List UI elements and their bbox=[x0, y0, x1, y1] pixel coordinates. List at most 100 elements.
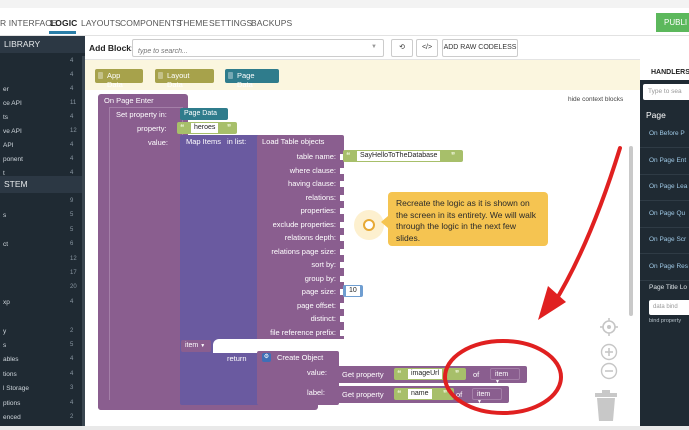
item-reference-dropdown[interactable]: item ▼ bbox=[472, 388, 502, 405]
handler-link[interactable]: On Page Qu bbox=[649, 210, 685, 217]
gear-icon[interactable]: ⚙ bbox=[262, 353, 271, 362]
image-property-string-block[interactable]: ❝ imageUrl ❞ bbox=[394, 368, 466, 380]
sidebar-item-label: ponent bbox=[3, 156, 23, 163]
image-property-value[interactable]: imageUrl bbox=[408, 369, 443, 379]
sidebar-item-label: ptions bbox=[3, 399, 21, 407]
sidebar-item[interactable]: s5 bbox=[0, 340, 85, 354]
sidebar-item[interactable]: 12 bbox=[0, 254, 85, 268]
table-name-string-block[interactable]: ❝ SayHelloToTheDatabase ❞ bbox=[343, 150, 463, 162]
handler-link[interactable]: On Page Res bbox=[649, 263, 688, 270]
handler-link[interactable]: On Page Lea bbox=[649, 183, 687, 190]
undo-button[interactable]: ⟲ bbox=[391, 39, 413, 57]
sidebar-item[interactable]: API 4 bbox=[0, 140, 85, 154]
canvas-vertical-scrollbar[interactable] bbox=[629, 146, 633, 316]
code-view-button[interactable]: </> bbox=[416, 39, 438, 57]
zoom-out-icon[interactable] bbox=[600, 362, 618, 380]
page-data-dropdown[interactable]: Page Data bbox=[180, 108, 228, 120]
sidebar-item[interactable]: ponent 4 bbox=[0, 154, 85, 168]
sidebar-item[interactable]: l Storage 3 bbox=[0, 383, 85, 397]
item-variable-dropdown[interactable]: item ▼ bbox=[181, 340, 211, 352]
recenter-icon[interactable] bbox=[600, 318, 618, 336]
sidebar-item[interactable]: ts 4 bbox=[0, 112, 85, 126]
context-block-app-data[interactable]: App Data bbox=[95, 69, 143, 89]
sidebar-item[interactable]: xp 4 bbox=[0, 297, 85, 311]
tab-theme[interactable]: THEME bbox=[178, 18, 208, 28]
handler-link[interactable]: On Page Scr bbox=[649, 236, 686, 243]
sidebar-item-label: l Storage bbox=[3, 385, 30, 393]
sidebar-item[interactable]: ables 4 bbox=[0, 354, 85, 368]
sidebar-item[interactable]: 4 bbox=[0, 70, 85, 84]
data-binding-input[interactable]: data bind bbox=[649, 300, 689, 315]
chevron-down-icon[interactable]: ▼ bbox=[371, 44, 377, 50]
handler-link[interactable]: On Page Ent bbox=[649, 157, 686, 164]
set-property-block[interactable]: Set property in: property: value: bbox=[109, 107, 183, 405]
sidebar-header-system[interactable]: STEM bbox=[0, 176, 85, 193]
tour-hotspot[interactable] bbox=[354, 210, 384, 240]
context-block-layout-data[interactable]: Layout Data bbox=[155, 69, 214, 89]
tab-components[interactable]: COMPONENTS bbox=[120, 18, 182, 28]
tab-user-interface[interactable]: R INTERFACE bbox=[0, 18, 57, 28]
hide-context-blocks-link[interactable]: hide context blocks bbox=[565, 95, 627, 104]
property-label: property: bbox=[137, 124, 167, 133]
map-items-label: Map Items bbox=[186, 137, 222, 146]
tab-logic[interactable]: LOGIC bbox=[50, 18, 77, 28]
sidebar-item[interactable]: 17 bbox=[0, 268, 85, 282]
publish-button[interactable]: PUBLI bbox=[656, 13, 689, 32]
sidebar-item[interactable]: y2 bbox=[0, 326, 85, 340]
page-size-value[interactable]: 10 bbox=[346, 286, 360, 296]
value-label: value: bbox=[148, 138, 169, 147]
sidebar-item[interactable]: tions 4 bbox=[0, 369, 85, 383]
sidebar-item[interactable]: enced 2 bbox=[0, 412, 85, 426]
set-property-label: Set property in: bbox=[116, 110, 167, 119]
sidebar-item[interactable]: 5 bbox=[0, 225, 85, 239]
name-property-value[interactable]: name bbox=[408, 389, 432, 399]
get-property-block[interactable]: Get property ❝ imageUrl ❞ of item ▼ bbox=[337, 366, 527, 385]
trash-icon[interactable] bbox=[593, 390, 619, 422]
property-string-block[interactable]: ❝ heroes ❞ bbox=[177, 122, 237, 134]
create-object-block[interactable]: ⚙ Create Object value: label: bbox=[257, 351, 339, 405]
of-label: of bbox=[473, 370, 480, 379]
load-param-label: page offset: bbox=[296, 300, 336, 310]
sidebar-item[interactable]: s5 bbox=[0, 210, 85, 224]
get-property-block[interactable]: Get property ❝ name ❞ of item ▼ bbox=[337, 386, 509, 405]
item-reference-dropdown[interactable]: item ▼ bbox=[490, 368, 520, 385]
tab-backups[interactable]: BACKUPS bbox=[251, 18, 292, 28]
input-slot-notch bbox=[340, 181, 344, 187]
sidebar-item[interactable]: ptions 4 bbox=[0, 398, 85, 412]
logic-canvas[interactable]: App Data Layout Data Page Data hide cont… bbox=[85, 60, 640, 430]
sidebar-item[interactable]: 20 bbox=[0, 282, 85, 296]
load-param-label: relations depth: bbox=[284, 233, 336, 242]
sidebar-header-library[interactable]: LIBRARY bbox=[0, 36, 85, 53]
load-table-objects-block[interactable]: Load Table objects table name: where clau… bbox=[257, 135, 344, 343]
sidebar-item-label: ct bbox=[3, 241, 9, 249]
tab-layouts[interactable]: LAYOUTS bbox=[81, 18, 121, 28]
context-block-page-data[interactable]: Page Data bbox=[225, 69, 279, 89]
sidebar-item[interactable]: er 4 bbox=[0, 84, 85, 98]
property-value[interactable]: heroes bbox=[191, 123, 219, 133]
page-size-number-block[interactable]: 10 bbox=[343, 285, 363, 297]
zoom-in-icon[interactable] bbox=[600, 343, 618, 361]
handler-link[interactable]: On Before P bbox=[649, 130, 685, 137]
sidebar-item-label: s bbox=[3, 212, 7, 220]
sidebar-item[interactable]: 9 bbox=[0, 196, 85, 210]
walkthrough-tooltip: Recreate the logic as it is shown on the… bbox=[381, 192, 548, 246]
tab-settings[interactable]: SETTINGS bbox=[209, 18, 252, 28]
name-property-string-block[interactable]: ❝ name ❞ bbox=[394, 388, 454, 400]
block-search-input[interactable] bbox=[133, 43, 363, 60]
handlers-section-title: Page bbox=[646, 110, 666, 120]
sidebar-item[interactable]: ct 6 bbox=[0, 239, 85, 253]
sidebar-item[interactable]: ce API 11 bbox=[0, 98, 85, 112]
sidebar-item[interactable] bbox=[0, 311, 85, 325]
sidebar-item[interactable]: 4 bbox=[0, 56, 85, 70]
sidebar-item-label: ce API bbox=[3, 100, 22, 107]
block-search[interactable]: ▼ bbox=[132, 39, 384, 60]
input-slot-notch bbox=[340, 329, 344, 336]
table-name-value[interactable]: SayHelloToTheDatabase bbox=[357, 151, 441, 161]
handlers-search-input[interactable]: Type to sea bbox=[643, 84, 689, 100]
add-raw-codeless-button[interactable]: ADD RAW CODELESS bbox=[442, 39, 518, 57]
logic-toolbar: Add Block: ▼ ⟲ </> ADD RAW CODELESS bbox=[85, 36, 640, 60]
load-param-label: group by: bbox=[304, 273, 336, 283]
sidebar-item[interactable]: ve API 12 bbox=[0, 126, 85, 140]
handlers-tab[interactable]: HANDLERS bbox=[640, 60, 689, 80]
map-items-block[interactable]: Map Items in list: bbox=[180, 135, 260, 405]
